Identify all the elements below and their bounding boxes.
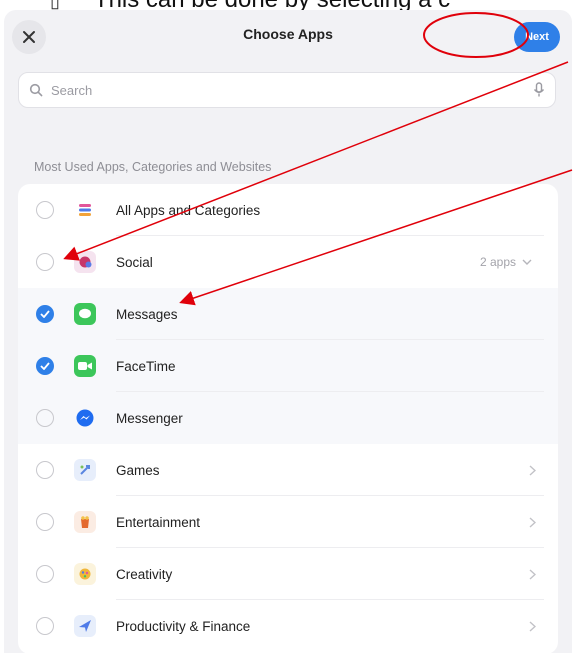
chevron-down-icon[interactable]: [522, 258, 532, 266]
select-radio-checked[interactable]: [36, 305, 54, 323]
search-icon: [29, 83, 43, 97]
select-radio[interactable]: [36, 617, 54, 635]
choose-apps-sheet: Choose Apps Next Search Most Used Apps, …: [4, 10, 572, 653]
select-radio[interactable]: [36, 461, 54, 479]
search-placeholder: Search: [51, 82, 93, 98]
games-icon: [74, 459, 96, 481]
row-label: Messages: [116, 306, 178, 322]
chevron-right-icon[interactable]: [529, 568, 536, 580]
row-label: Productivity & Finance: [116, 618, 251, 634]
select-radio[interactable]: [36, 201, 54, 219]
app-count-label: 2 apps: [479, 255, 516, 269]
creativity-icon: [74, 563, 96, 585]
social-icon: [74, 251, 96, 273]
microphone-icon[interactable]: [533, 82, 545, 98]
checkmark-icon: [40, 362, 50, 370]
row-label: All Apps and Categories: [116, 202, 261, 218]
list-item-productivity[interactable]: Productivity & Finance: [18, 600, 558, 652]
section-title: Most Used Apps, Categories and Websites: [34, 160, 272, 174]
messages-icon: [74, 303, 96, 325]
chevron-right-icon[interactable]: [529, 464, 536, 476]
list-item-games[interactable]: Games: [18, 444, 558, 496]
list-item-social[interactable]: Social 2 apps: [18, 236, 558, 288]
app-count: 2 apps: [480, 255, 532, 269]
sheet-header: Choose Apps Next: [4, 10, 572, 66]
facetime-icon: [74, 355, 96, 377]
list-item-all-apps[interactable]: All Apps and Categories: [18, 184, 558, 236]
stack-icon: [74, 199, 96, 221]
row-label: Creativity: [116, 566, 173, 582]
select-radio[interactable]: [36, 253, 54, 271]
row-label: Social: [116, 254, 153, 270]
page-title: Choose Apps: [243, 26, 333, 42]
chevron-right-icon[interactable]: [529, 620, 536, 632]
select-radio-checked[interactable]: [36, 357, 54, 375]
row-label: Entertainment: [116, 514, 201, 530]
list-item-messages[interactable]: Messages: [18, 288, 558, 340]
row-label: Messenger: [116, 410, 183, 426]
messenger-icon: [74, 407, 96, 429]
select-radio[interactable]: [36, 409, 54, 427]
select-radio[interactable]: [36, 513, 54, 531]
list-item-messenger[interactable]: Messenger: [18, 392, 558, 444]
list-item-creativity[interactable]: Creativity: [18, 548, 558, 600]
row-label: Games: [116, 462, 160, 478]
list-item-entertainment[interactable]: Entertainment: [18, 496, 558, 548]
select-radio[interactable]: [36, 565, 54, 583]
apps-list: All Apps and Categories Social 2 apps Me…: [18, 184, 558, 653]
chevron-right-icon[interactable]: [529, 516, 536, 528]
search-field[interactable]: Search: [18, 72, 556, 108]
row-label: FaceTime: [116, 358, 176, 374]
list-item-facetime[interactable]: FaceTime: [18, 340, 558, 392]
entertainment-icon: [74, 511, 96, 533]
next-button[interactable]: Next: [514, 22, 560, 52]
productivity-icon: [74, 615, 96, 637]
checkmark-icon: [40, 310, 50, 318]
